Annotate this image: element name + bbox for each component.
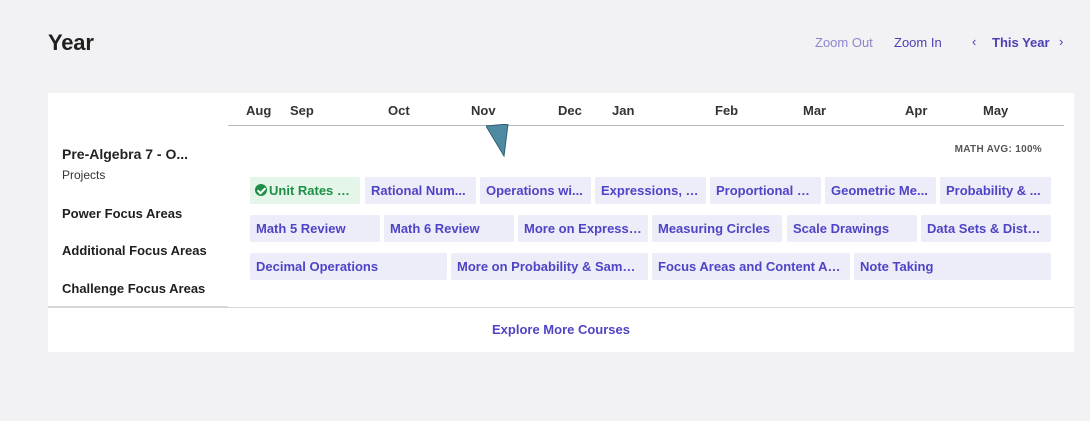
- unit-pill[interactable]: More on Probability & Sampl...: [451, 253, 648, 280]
- course-title: Pre-Algebra 7 - O...: [62, 146, 189, 162]
- unit-pill[interactable]: Expressions, E...: [595, 177, 706, 204]
- unit-pill[interactable]: Focus Areas and Content As...: [652, 253, 850, 280]
- unit-pill[interactable]: Data Sets & Distri...: [921, 215, 1051, 242]
- month-label: Apr: [905, 103, 928, 118]
- unit-pill[interactable]: Decimal Operations: [250, 253, 447, 280]
- unit-pill[interactable]: Proportional R...: [710, 177, 821, 204]
- explore-more-courses-link[interactable]: Explore More Courses: [48, 322, 1074, 337]
- month-label: Sep: [290, 103, 314, 118]
- page-title: Year: [48, 30, 94, 55]
- chevron-left-icon[interactable]: ‹: [972, 34, 976, 49]
- unit-pill[interactable]: More on Expressi...: [518, 215, 648, 242]
- cursor-pointer-icon: [486, 124, 509, 158]
- card-divider: [48, 307, 1074, 308]
- unit-pill[interactable]: Scale Drawings: [787, 215, 917, 242]
- month-label: Mar: [803, 103, 827, 118]
- unit-pill[interactable]: Rational Num...: [365, 177, 476, 204]
- unit-pill[interactable]: Math 6 Review: [384, 215, 514, 242]
- sidebar-item-power-focus-areas[interactable]: Power Focus Areas: [62, 206, 182, 221]
- month-label: Dec: [558, 103, 582, 118]
- zoom-in-button[interactable]: Zoom In: [894, 35, 942, 50]
- unit-pill[interactable]: Math 5 Review: [250, 215, 380, 242]
- zoom-out-button[interactable]: Zoom Out: [815, 35, 873, 50]
- unit-pill[interactable]: Probability & ...: [940, 177, 1051, 204]
- unit-pill[interactable]: Geometric Me...: [825, 177, 936, 204]
- unit-pill-completed[interactable]: Unit Rates &...: [250, 177, 360, 204]
- sidebar-item-challenge-focus-areas[interactable]: Challenge Focus Areas: [62, 281, 205, 296]
- year-timeline-card: Aug Sep Oct Nov Dec Jan Feb Mar Apr May …: [48, 93, 1074, 352]
- month-divider: [228, 125, 1064, 126]
- sidebar-item-additional-focus-areas[interactable]: Additional Focus Areas: [62, 243, 207, 258]
- month-label: May: [983, 103, 1009, 118]
- unit-pill[interactable]: Operations wi...: [480, 177, 591, 204]
- unit-label: Unit Rates &...: [269, 183, 358, 198]
- month-label: Oct: [388, 103, 410, 118]
- course-subtitle: Projects: [62, 168, 106, 182]
- chevron-right-icon[interactable]: ›: [1059, 34, 1063, 49]
- month-label: Jan: [612, 103, 635, 118]
- this-year-button[interactable]: This Year: [992, 35, 1050, 50]
- month-label: Feb: [715, 103, 739, 118]
- math-average-label: MATH AVG: 100%: [954, 144, 1042, 155]
- month-label: Nov: [471, 103, 496, 118]
- unit-pill[interactable]: Measuring Circles: [652, 215, 782, 242]
- check-circle-icon: [255, 184, 267, 196]
- unit-pill[interactable]: Note Taking: [854, 253, 1051, 280]
- month-label: Aug: [246, 103, 272, 118]
